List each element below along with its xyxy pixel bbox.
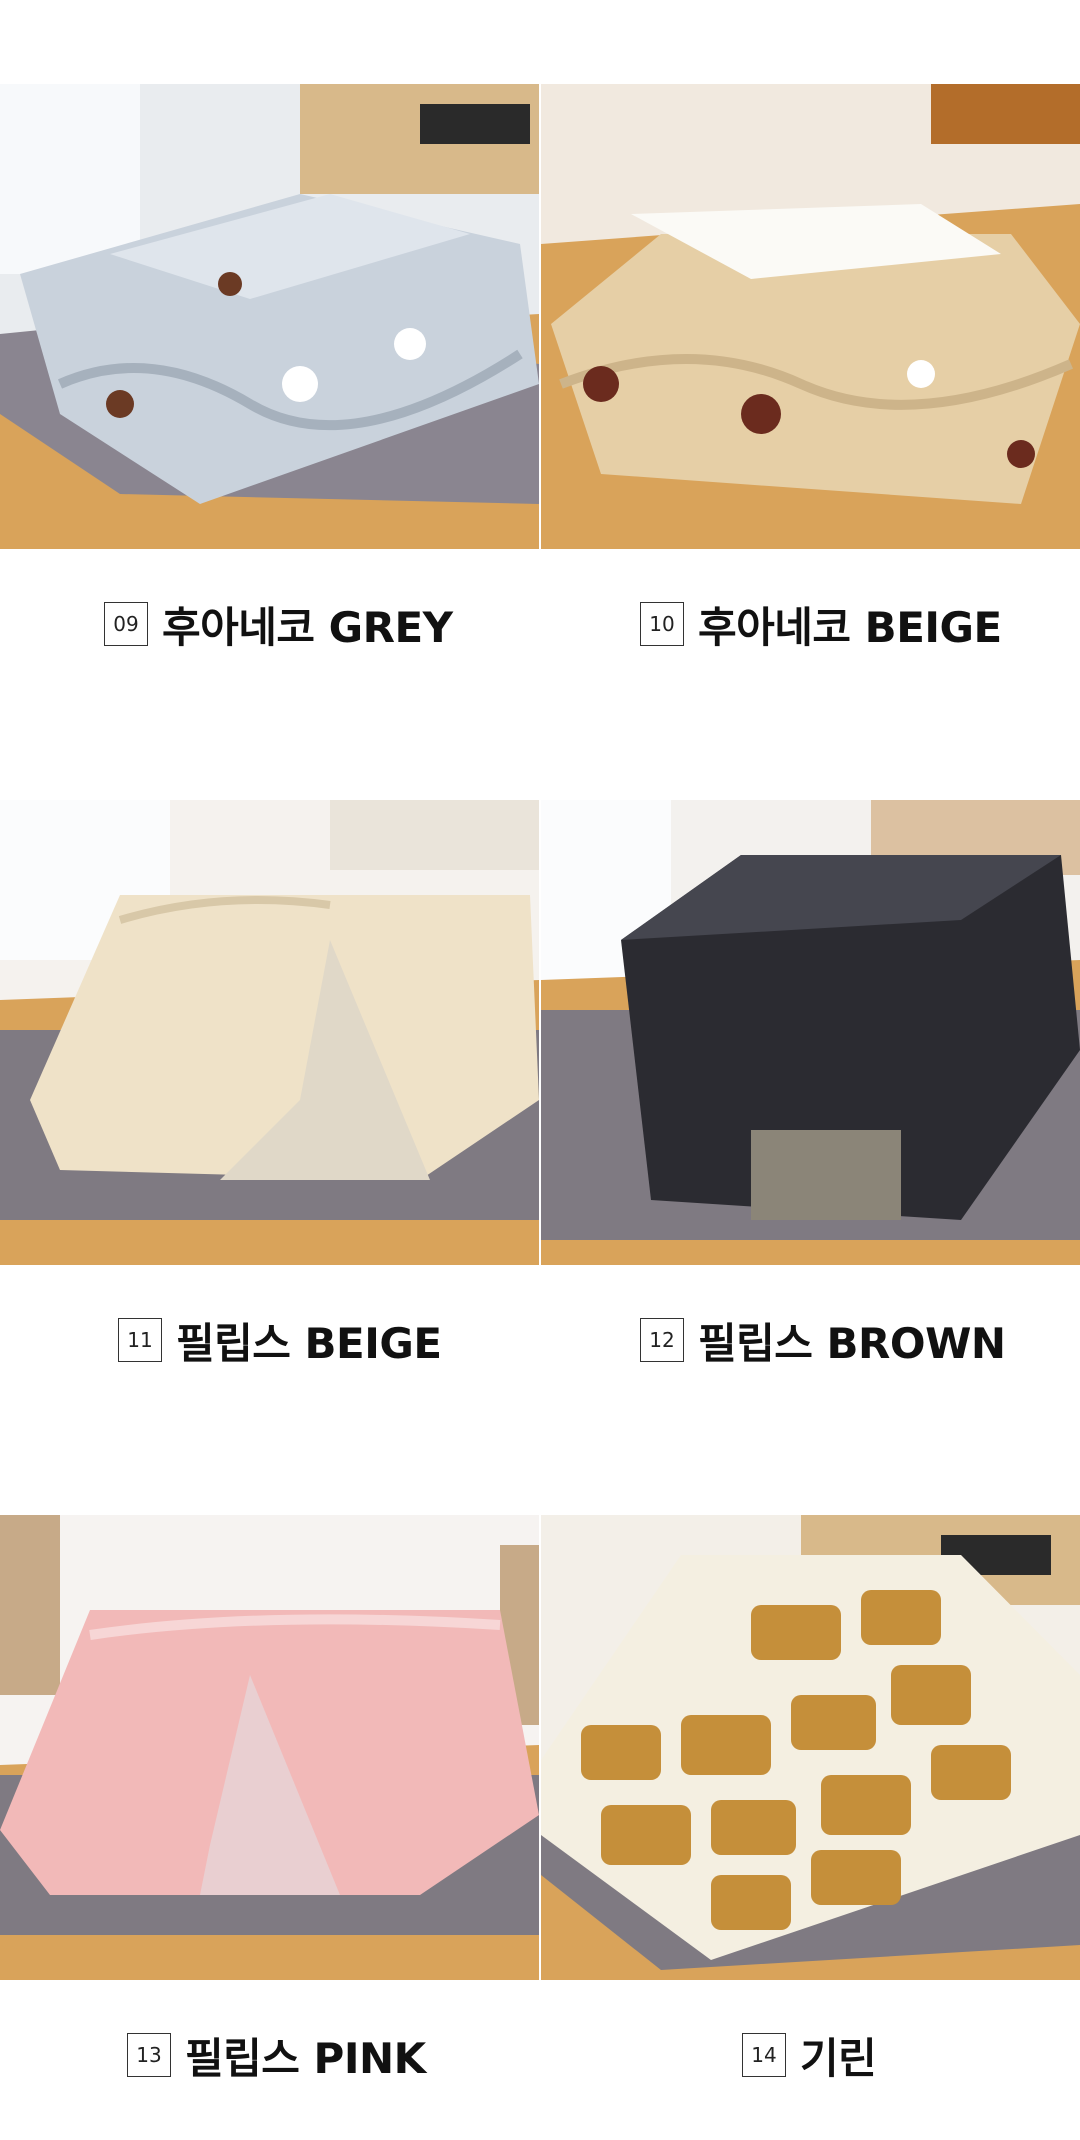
product-name: 후아네코 BEIGE — [698, 602, 1002, 652]
product-image-09[interactable] — [0, 84, 539, 549]
product-image-13[interactable] — [0, 1515, 539, 1980]
product-image-12[interactable] — [541, 800, 1080, 1265]
product-number-box: 11 — [118, 1318, 162, 1362]
product-label-12: 12 필립스 BROWN — [640, 1315, 1006, 1368]
product-number-box: 12 — [640, 1318, 684, 1362]
product-number-box: 10 — [640, 602, 684, 646]
pink-fur-futon-photo — [0, 1515, 539, 1980]
product-label-13: 13 필립스 PINK — [127, 2030, 426, 2083]
beige-fur-futon-photo — [0, 800, 539, 1265]
beige-cat-futon-photo — [541, 84, 1080, 549]
grey-cat-futon-photo — [0, 84, 539, 549]
brown-fur-futon-photo — [541, 800, 1080, 1265]
product-number-box: 13 — [127, 2033, 171, 2077]
product-name: 필립스 PINK — [185, 2033, 426, 2083]
product-image-11[interactable] — [0, 800, 539, 1265]
product-label-11: 11 필립스 BEIGE — [118, 1315, 442, 1368]
product-label-14: 14 기린 — [742, 2030, 877, 2083]
product-name: 후아네코 GREY — [162, 602, 453, 652]
product-image-14[interactable] — [541, 1515, 1080, 1980]
product-name: 필립스 BROWN — [698, 1318, 1006, 1368]
product-number-box: 14 — [742, 2033, 786, 2077]
product-name: 필립스 BEIGE — [176, 1318, 442, 1368]
product-label-09: 09 후아네코 GREY — [104, 599, 453, 652]
product-name: 기린 — [800, 2033, 877, 2083]
product-image-10[interactable] — [541, 84, 1080, 549]
product-label-10: 10 후아네코 BEIGE — [640, 599, 1002, 652]
giraffe-futon-photo — [541, 1515, 1080, 1980]
product-number-box: 09 — [104, 602, 148, 646]
